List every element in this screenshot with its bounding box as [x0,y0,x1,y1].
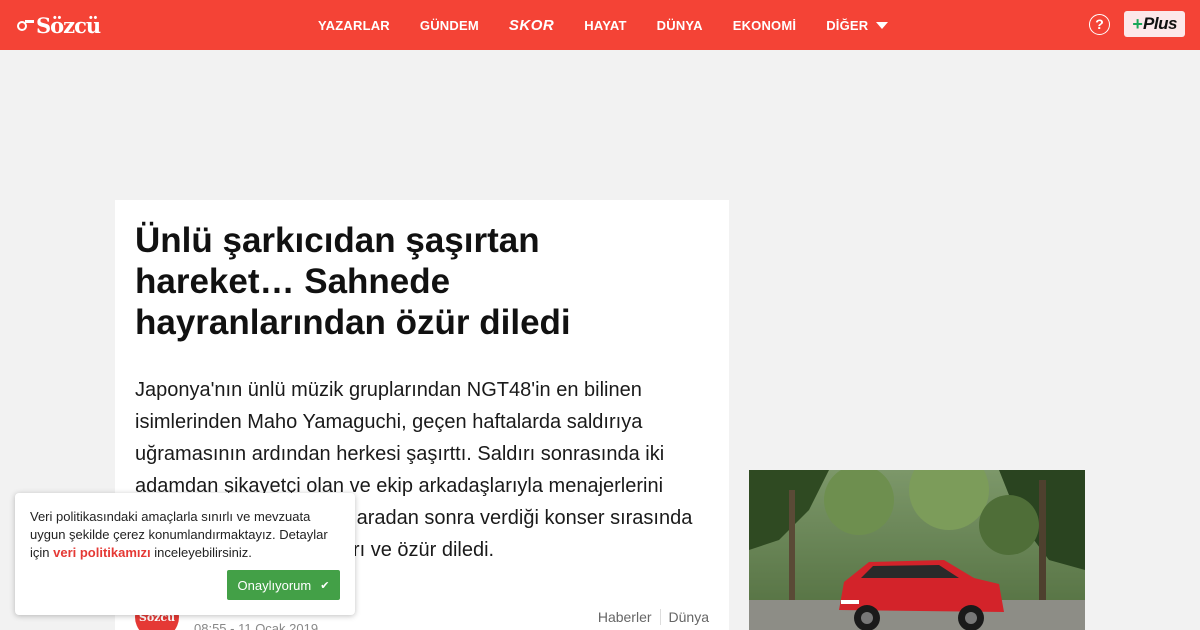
privacy-policy-link[interactable]: veri politikamızı [53,545,151,560]
help-icon[interactable]: ? [1089,14,1110,35]
site-header: Sözcü YAZARLAR GÜNDEM SKOR HAYAT DÜNYA E… [0,0,1200,50]
check-icon: ✔ [320,579,330,592]
nav-item-yazarlar[interactable]: YAZARLAR [303,0,405,50]
chevron-down-icon [876,21,889,29]
sidebar-ad-image[interactable] [749,470,1085,630]
article-date: 08:55 - 11 Ocak 2019 [194,621,319,630]
logo-text: Sözcü [36,12,101,38]
plus-subscription-button[interactable]: + Plus [1124,11,1185,37]
site-logo[interactable]: Sözcü [16,10,101,40]
nav-item-skor[interactable]: SKOR [494,0,569,50]
cookie-text-after: inceleyebilirsiniz. [150,545,252,560]
nav-item-gundem[interactable]: GÜNDEM [405,0,494,50]
nav-item-hayat[interactable]: HAYAT [569,0,641,50]
cookie-consent-banner: Veri politikasındaki amaçlarla sınırlı v… [15,493,355,615]
category-link-haberler[interactable]: Haberler [598,609,661,625]
category-link-dunya[interactable]: Dünya [661,609,709,625]
plus-label: Plus [1143,14,1177,33]
car-forest-illustration [749,470,1085,630]
accept-cookies-label: Onaylıyorum [237,577,312,593]
main-nav: YAZARLAR GÜNDEM SKOR HAYAT DÜNYA EKONOMİ… [303,0,903,50]
plus-icon: + [1132,13,1143,34]
nav-item-dunya[interactable]: DÜNYA [642,0,718,50]
nav-item-ekonomi[interactable]: EKONOMİ [718,0,812,50]
article-title: Ünlü şarkıcıdan şaşırtan hareket… Sahned… [135,221,571,342]
accept-cookies-button[interactable]: Onaylıyorum ✔ [227,570,340,600]
logo-mark-icon [16,18,34,32]
cookie-text: Veri politikasındaki amaçlarla sınırlı v… [30,508,342,562]
nav-item-diger[interactable]: DİĞER [811,0,903,50]
nav-item-diger-label: DİĞER [826,17,869,33]
article-categories: Haberler Dünya [598,609,709,625]
